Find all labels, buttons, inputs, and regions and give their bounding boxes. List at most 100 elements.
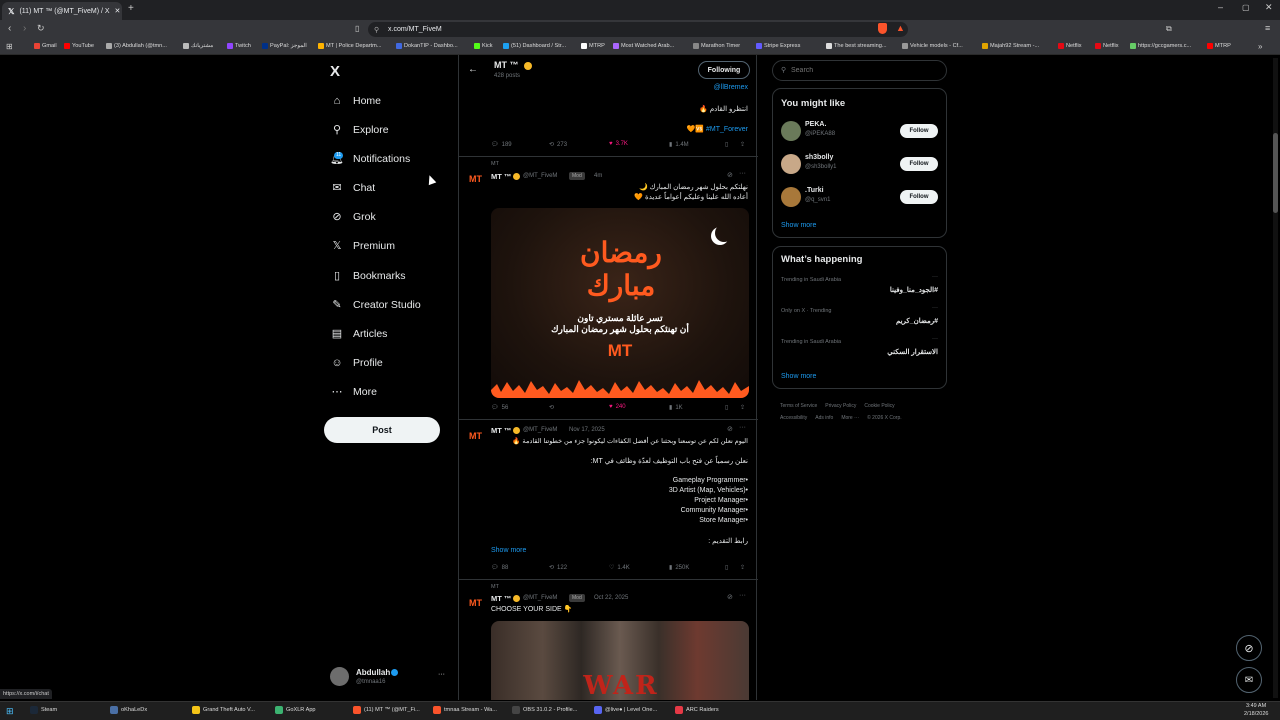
share-button[interactable]: ⇪ bbox=[740, 141, 745, 148]
bookmark-item[interactable]: https://gccgamers.c... bbox=[1130, 43, 1191, 49]
trend-more-icon[interactable]: ··· bbox=[932, 305, 938, 311]
like-button[interactable]: ♥ 3.7K bbox=[609, 141, 628, 147]
reply-button[interactable]: 💬︎ 88 bbox=[491, 564, 508, 572]
follow-button[interactable]: Follow bbox=[900, 190, 938, 204]
page-scrollbar[interactable] bbox=[1273, 58, 1278, 698]
post-author[interactable]: MT ™ bbox=[491, 426, 511, 435]
grok-icon[interactable]: ⊘ bbox=[727, 171, 733, 179]
nav-item-articles[interactable]: ▤ Articles bbox=[330, 324, 388, 344]
minimize-icon[interactable]: – bbox=[1218, 2, 1223, 12]
share-button[interactable]: ⇪ bbox=[740, 564, 745, 571]
reply-button[interactable]: 💬︎ 189 bbox=[491, 141, 512, 149]
apps-icon[interactable]: ⊞ bbox=[6, 42, 13, 51]
bookmark-item[interactable]: (51) Dashboard / Str... bbox=[503, 43, 566, 49]
nav-item-grok[interactable]: ⊘ Grok bbox=[330, 207, 375, 227]
post-more-icon[interactable]: ··· bbox=[739, 592, 746, 599]
bookmark-item[interactable]: Netflix bbox=[1095, 43, 1119, 49]
forward-icon[interactable]: › bbox=[23, 23, 26, 34]
bookmark-item[interactable]: Marathon Timer bbox=[693, 43, 740, 49]
footer-link[interactable]: Ads info bbox=[815, 415, 833, 421]
taskbar-app[interactable]: ARC Raiders bbox=[675, 706, 719, 714]
footer-link[interactable]: © 2026 X Corp. bbox=[867, 415, 902, 421]
bookmark-item[interactable]: MTRP bbox=[1207, 43, 1231, 49]
avatar[interactable] bbox=[781, 187, 801, 207]
post-more-icon[interactable]: ··· bbox=[739, 424, 746, 431]
post-author[interactable]: MT ™ bbox=[491, 172, 511, 181]
site-info-icon[interactable]: ⚲ bbox=[374, 26, 379, 34]
bookmark-button[interactable]: ▯ bbox=[725, 564, 728, 571]
post-more-icon[interactable]: ··· bbox=[739, 170, 746, 177]
grok-float-button[interactable]: ⊘ bbox=[1236, 635, 1262, 661]
footer-link[interactable]: More ··· bbox=[841, 415, 859, 421]
bookmark-item[interactable]: مشترياتك bbox=[183, 43, 213, 49]
like-button[interactable]: ♥ 240 bbox=[609, 404, 626, 410]
brave-shield-icon[interactable] bbox=[878, 23, 887, 34]
views-button[interactable]: ▮ 1.4M bbox=[669, 141, 689, 149]
grok-icon[interactable]: ⊘ bbox=[727, 593, 733, 601]
footer-link[interactable]: Accessibility bbox=[780, 415, 807, 421]
post-media-war[interactable]: WAR bbox=[491, 621, 749, 700]
hashtag-link[interactable]: 🧡🆚 #MT_Forever bbox=[687, 125, 748, 133]
show-more-link[interactable]: Show more bbox=[491, 547, 526, 554]
bookmark-item[interactable]: Gmail bbox=[34, 43, 57, 49]
post-avatar[interactable]: MT bbox=[469, 598, 487, 616]
post-media-ramadan[interactable]: رمضان مبارك تسر عائلة مستري تاون أن تهنئ… bbox=[491, 208, 749, 398]
x-logo[interactable]: X bbox=[330, 63, 340, 80]
following-button[interactable]: Following bbox=[698, 61, 750, 79]
bookmark-item[interactable]: Kick bbox=[474, 43, 493, 49]
trend-tag[interactable]: الاستقرار السكني bbox=[887, 348, 938, 356]
trend-tag[interactable]: #رمضان_كريم bbox=[896, 317, 938, 325]
nav-item-chat[interactable]: ✉ Chat bbox=[330, 178, 375, 198]
suggest-name[interactable]: sh3bolly bbox=[805, 154, 833, 161]
mention-link[interactable]: @llBremex bbox=[714, 84, 748, 91]
account-switcher[interactable]: Abdullah @tmnaa16 ··· bbox=[330, 665, 448, 689]
bookmark-item[interactable]: MT | Police Departm... bbox=[318, 43, 381, 49]
post-avatar[interactable]: MT bbox=[469, 431, 487, 449]
trend-more-icon[interactable]: ··· bbox=[932, 336, 938, 342]
footer-link[interactable]: Privacy Policy bbox=[825, 403, 856, 409]
maximize-icon[interactable]: ▢ bbox=[1242, 3, 1250, 12]
grok-icon[interactable]: ⊘ bbox=[727, 425, 733, 433]
bookmark-item[interactable]: MTRP bbox=[581, 43, 605, 49]
repost-button[interactable]: ⟲ bbox=[549, 404, 557, 411]
bookmark-item[interactable]: PayPal: الموجز bbox=[262, 43, 307, 49]
reload-icon[interactable]: ↻ bbox=[37, 23, 45, 34]
taskbar-app[interactable]: GoXLR App bbox=[275, 706, 316, 714]
follow-button[interactable]: Follow bbox=[900, 124, 938, 138]
bookmark-item[interactable]: Most Watched Arab... bbox=[613, 43, 674, 49]
search-box[interactable]: ⚲ bbox=[772, 60, 947, 81]
reply-button[interactable]: 💬︎ 56 bbox=[491, 404, 508, 412]
bookmark-item[interactable]: (3) Abdullah (@tmn... bbox=[106, 43, 167, 49]
nav-item-profile[interactable]: ☺ Profile bbox=[330, 353, 382, 373]
search-input[interactable] bbox=[791, 64, 941, 77]
repost-button[interactable]: ⟲ 122 bbox=[549, 564, 567, 572]
trend-tag[interactable]: #الجود_منا_وفينا bbox=[890, 286, 938, 294]
footer-link[interactable]: Cookie Policy bbox=[864, 403, 894, 409]
back-icon[interactable]: ‹ bbox=[8, 23, 11, 34]
bookmark-item[interactable]: Netflix bbox=[1058, 43, 1082, 49]
bookmark-item[interactable]: YouTube bbox=[64, 43, 94, 49]
bookmark-item[interactable]: The best streaming... bbox=[826, 43, 887, 49]
taskbar-app[interactable]: Steam bbox=[30, 706, 57, 714]
show-more-link[interactable]: Show more bbox=[781, 222, 816, 229]
trend-more-icon[interactable]: ··· bbox=[932, 274, 938, 280]
bookmark-button[interactable]: ▯ bbox=[725, 141, 728, 148]
bookmark-item[interactable]: Twitch bbox=[227, 43, 251, 49]
follow-button[interactable]: Follow bbox=[900, 157, 938, 171]
bookmark-item[interactable]: Vehicle models - Cf... bbox=[902, 43, 963, 49]
nav-item-creator-studio[interactable]: ✎ Creator Studio bbox=[330, 295, 420, 315]
like-button[interactable]: ♡ 1.4K bbox=[609, 564, 630, 572]
post-button[interactable]: Post bbox=[324, 417, 440, 443]
nav-item-home[interactable]: ⌂ Home bbox=[330, 91, 381, 111]
footer-link[interactable]: Terms of Service bbox=[780, 403, 817, 409]
repost-button[interactable]: ⟲ 273 bbox=[549, 141, 567, 149]
scrollbar-thumb[interactable] bbox=[1273, 133, 1278, 213]
nav-item-notifications[interactable]: 🔔︎ Notifications bbox=[330, 149, 410, 169]
nav-item-bookmarks[interactable]: ▯ Bookmarks bbox=[330, 266, 406, 286]
tab-close-icon[interactable]: ✕ bbox=[115, 7, 121, 15]
bookmark-button[interactable]: ▯ bbox=[725, 404, 728, 411]
bookmark-page-icon[interactable]: ▯ bbox=[355, 24, 359, 33]
menu-icon[interactable]: ≡ bbox=[1265, 23, 1270, 33]
taskbar-app[interactable]: Grand Theft Auto V... bbox=[192, 706, 255, 714]
views-button[interactable]: ▮ 250K bbox=[669, 564, 689, 572]
